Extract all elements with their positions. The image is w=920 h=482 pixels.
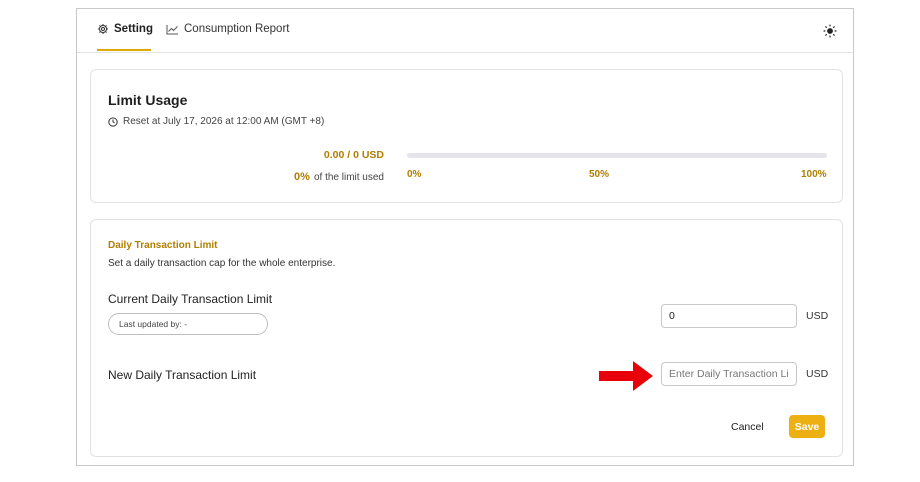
progress-tick-0: 0%	[407, 169, 422, 180]
new-limit-unit: USD	[806, 368, 829, 380]
reset-text: Reset at July 17, 2026 at 12:00 AM (GMT …	[123, 116, 325, 127]
usage-percent-row: 0% of the limit used	[294, 171, 384, 183]
line-chart-icon	[166, 24, 178, 34]
daily-limit-description: Set a daily transaction cap for the whol…	[108, 258, 336, 269]
progress-tick-100: 100%	[801, 169, 827, 180]
sun-icon[interactable]	[823, 24, 837, 38]
last-updated-badge: Last updated by: -	[108, 313, 268, 335]
red-arrow-icon	[599, 361, 653, 391]
limit-usage-title: Limit Usage	[108, 92, 188, 108]
reset-info: Reset at July 17, 2026 at 12:00 AM (GMT …	[108, 116, 324, 127]
new-limit-input[interactable]	[661, 362, 797, 386]
settings-panel: Setting Consumption Report Limit Usage R…	[76, 8, 854, 466]
usage-percent-suffix: of the limit used	[313, 172, 384, 183]
current-limit-label: Current Daily Transaction Limit	[108, 292, 273, 306]
usage-progress-bar	[407, 153, 827, 158]
tab-bar: Setting Consumption Report	[77, 9, 853, 53]
save-button[interactable]: Save	[789, 415, 825, 438]
progress-tick-50: 50%	[589, 169, 610, 180]
tab-report-label: Consumption Report	[184, 23, 290, 35]
clock-icon	[108, 116, 118, 127]
current-limit-unit: USD	[806, 310, 829, 322]
cancel-button[interactable]: Cancel	[731, 421, 764, 433]
gear-icon	[98, 24, 108, 34]
usage-percent-value: 0%	[294, 171, 310, 183]
new-limit-label: New Daily Transaction Limit	[108, 368, 257, 382]
tab-setting-label: Setting	[114, 23, 153, 35]
tab-consumption-report[interactable]: Consumption Report	[166, 23, 289, 35]
tab-setting[interactable]: Setting	[97, 23, 153, 35]
usage-amount: 0.00 / 0 USD	[323, 149, 384, 161]
daily-limit-card: Daily Transaction Limit Set a daily tran…	[90, 219, 843, 457]
current-limit-field[interactable]	[661, 304, 797, 328]
active-tab-indicator	[97, 49, 151, 51]
daily-limit-section-title: Daily Transaction Limit	[108, 240, 218, 251]
limit-usage-card: Limit Usage Reset at July 17, 2026 at 12…	[90, 69, 843, 203]
